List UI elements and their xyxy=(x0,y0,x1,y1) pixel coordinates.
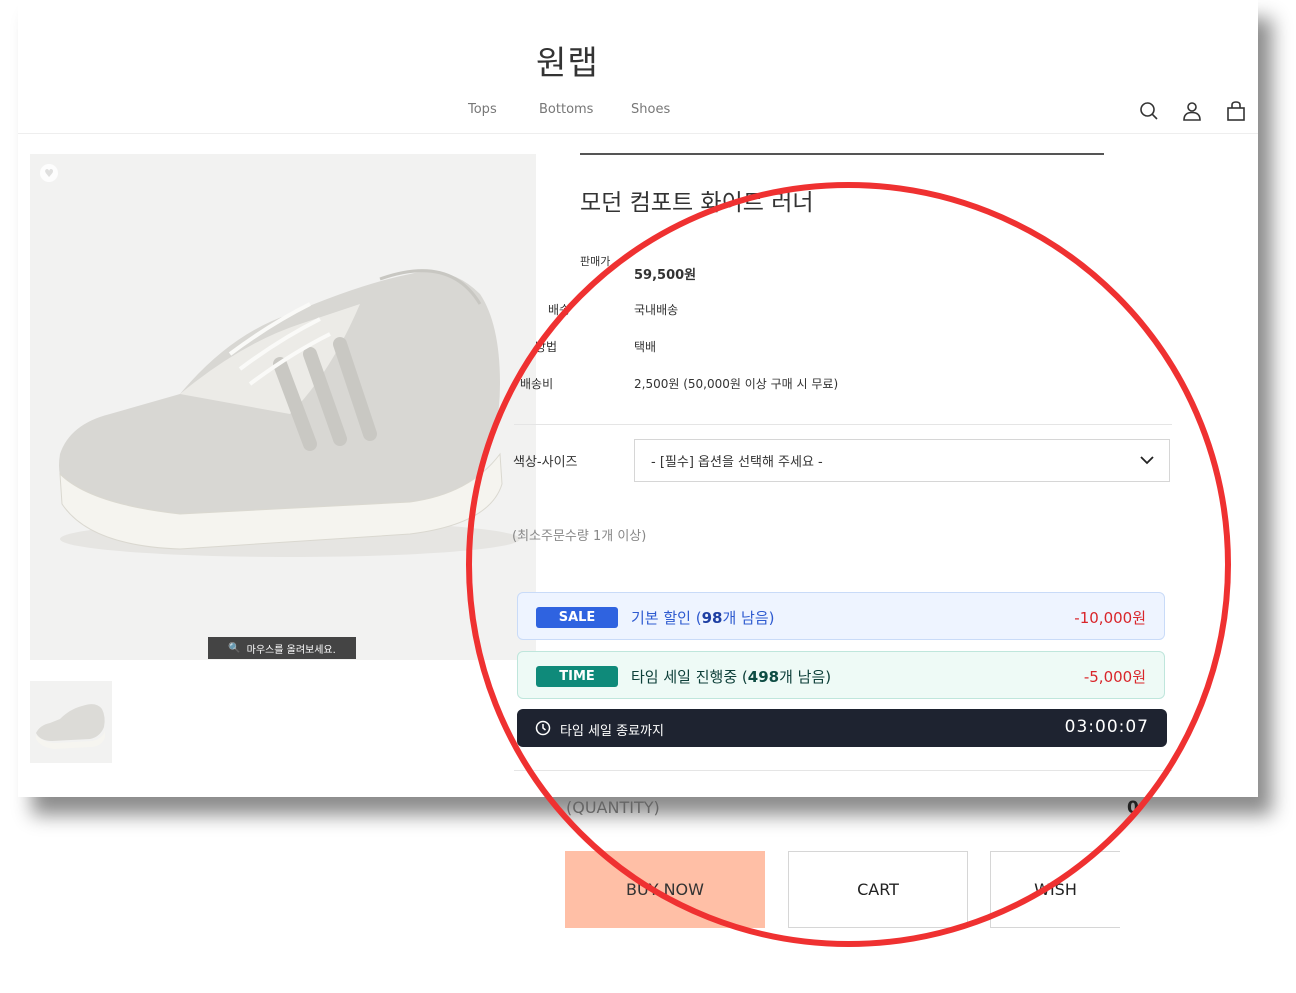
product-main-image[interactable]: ♥ 🔍 마우스를 올려보세요. xyxy=(30,154,536,660)
nav-shoes[interactable]: Shoes xyxy=(631,102,670,117)
option-label: 색상-사이즈 xyxy=(513,455,578,470)
wishlist-heart-icon[interactable]: ♥ xyxy=(40,164,58,182)
cart-button[interactable]: CART xyxy=(788,851,968,928)
sale-timer: 타임 세일 종료까지 03:00:07 xyxy=(517,709,1167,747)
site-logo[interactable]: 원랩 xyxy=(536,36,599,84)
option-select-value: - [필수] 옵션을 선택해 주세요 - xyxy=(651,455,823,470)
shoe-thumbnail-image xyxy=(36,704,105,749)
title-divider xyxy=(580,153,1104,155)
bag-icon[interactable] xyxy=(1225,100,1247,122)
shipping-fee-label: 배송비 xyxy=(520,377,554,391)
time-promo-text: 타임 세일 진행중 (498개 남음) xyxy=(631,666,831,687)
shipping-label: 배송 xyxy=(548,303,571,317)
quantity-label: (QUANTITY) xyxy=(566,798,660,817)
chevron-down-icon xyxy=(1140,456,1154,465)
shipping-value: 국내배송 xyxy=(634,303,679,317)
zoom-hint: 🔍 마우스를 올려보세요. xyxy=(208,637,356,659)
price-value: 59,500원 xyxy=(634,268,697,283)
sale-amount: -10,000원 xyxy=(1074,609,1146,627)
sale-badge: SALE xyxy=(536,607,618,628)
price-label: 판매가 xyxy=(580,255,611,268)
shoe-image xyxy=(59,269,520,557)
time-text-pre: 타임 세일 진행중 ( xyxy=(631,668,748,686)
timer-countdown: 03:00:07 xyxy=(1064,717,1149,737)
sale-count: 98 xyxy=(701,609,723,627)
min-order-note: (최소주문수량 1개 이상) xyxy=(512,529,647,544)
magnifier-icon: 🔍 xyxy=(228,642,241,654)
time-promo: TIME 타임 세일 진행중 (498개 남음) -5,000원 xyxy=(517,651,1165,699)
wish-button[interactable]: WISH xyxy=(990,851,1120,928)
product-page: 원랩 Tops Bottoms Shoes ♥ 🔍 마우스를 올려보세요. 모던… xyxy=(18,0,1258,797)
user-icon[interactable] xyxy=(1181,100,1203,122)
product-thumbnail[interactable] xyxy=(30,681,112,763)
sale-text-post: 개 남음) xyxy=(722,609,775,627)
time-text-post: 개 남음) xyxy=(779,668,832,686)
nav-bottoms[interactable]: Bottoms xyxy=(539,102,593,117)
quantity-value: 0 xyxy=(1127,798,1139,818)
clock-icon xyxy=(535,720,551,736)
product-title: 모던 컴포트 화이트 러너 xyxy=(580,190,814,216)
zoom-hint-text: 마우스를 올려보세요. xyxy=(246,644,336,656)
shipping-fee-value: 2,500원 (50,000원 이상 구매 시 무료) xyxy=(634,377,839,391)
buy-now-button[interactable]: BUY NOW xyxy=(565,851,765,928)
time-amount: -5,000원 xyxy=(1083,668,1146,686)
method-value: 택배 xyxy=(634,340,657,354)
method-label: 방법 xyxy=(535,340,558,354)
time-badge: TIME xyxy=(536,666,618,687)
timer-divider xyxy=(514,770,1172,771)
option-select[interactable]: - [필수] 옵션을 선택해 주세요 - xyxy=(634,439,1170,482)
timer-label: 타임 세일 종료까지 xyxy=(560,724,664,739)
sale-text-pre: 기본 할인 ( xyxy=(631,609,702,627)
info-divider xyxy=(514,424,1172,425)
header-divider xyxy=(18,133,1258,134)
search-icon[interactable] xyxy=(1138,100,1160,122)
nav-tops[interactable]: Tops xyxy=(468,102,497,117)
time-count: 498 xyxy=(747,668,780,686)
sale-promo: SALE 기본 할인 (98개 남음) -10,000원 xyxy=(517,592,1165,640)
sale-promo-text: 기본 할인 (98개 남음) xyxy=(631,607,775,628)
